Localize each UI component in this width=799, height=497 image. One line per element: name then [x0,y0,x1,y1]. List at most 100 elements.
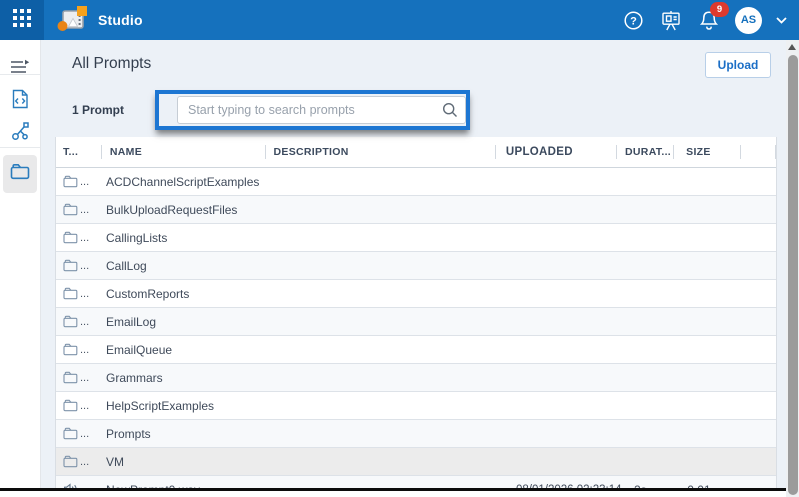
folder-icon [63,343,78,356]
row-actions-menu [738,336,776,363]
table-row[interactable]: ...VM [56,448,776,476]
row-description [266,392,506,419]
scroll-up-arrow-icon[interactable] [788,44,796,50]
studio-app-window: Studio ? [0,0,799,497]
table-row[interactable]: ... ACDChannelScriptExamples [56,168,776,196]
table-row[interactable]: ...CustomReports [56,280,776,308]
folder-icon [63,287,78,300]
search-input[interactable] [177,96,466,124]
table-row[interactable]: ...CallingLists [56,224,776,252]
row-size [679,308,738,335]
row-actions-menu [738,168,776,195]
folder-icon [63,259,78,272]
sidebar-item-code-files[interactable] [3,84,37,118]
vertical-scrollbar[interactable] [786,40,799,497]
folder-icon [63,203,78,216]
row-actions-menu [738,448,776,475]
row-description [266,224,506,251]
row-type-ellipsis: ... [80,176,89,188]
chevron-down-icon[interactable] [776,17,787,24]
folder-browser-icon [10,163,30,185]
column-header-type[interactable]: T... [56,137,102,167]
table-row[interactable]: ...Grammars [56,364,776,392]
row-size [679,336,738,363]
row-actions-menu [738,224,776,251]
search-icon[interactable] [442,102,458,123]
search-highlight-annotation [155,90,470,130]
presentation-board-icon[interactable] [659,8,683,32]
row-size [679,280,738,307]
upload-button[interactable]: Upload [705,52,771,78]
notifications-bell-icon[interactable]: 9 [697,8,721,32]
sidebar-item-tools[interactable] [3,117,37,151]
table-row[interactable]: ...CallLog [56,252,776,280]
row-actions-menu [738,252,776,279]
scissors-icon [11,122,30,146]
window-bottom-strip [0,491,799,497]
column-header-name[interactable]: NAME [102,137,266,167]
row-type-cell: ... [56,196,98,223]
row-size [679,448,738,475]
row-actions-menu [738,364,776,391]
row-name: Grammars [98,364,266,391]
top-bar: Studio ? [0,0,799,40]
row-description [266,336,506,363]
table-row[interactable]: ...Prompts [56,420,776,448]
column-header-uploaded[interactable]: UPLOADED [496,137,617,167]
row-uploaded [506,364,626,391]
row-type-cell: ... [56,280,98,307]
row-uploaded [506,252,626,279]
row-name: BulkUploadRequestFiles [98,196,266,223]
row-duration [626,448,679,475]
scrollbar-thumb[interactable] [788,55,798,495]
row-type-cell: ... [56,308,98,335]
app-title: Studio [98,12,143,28]
table-row[interactable]: ...EmailLog [56,308,776,336]
row-duration [626,308,679,335]
row-name: ACDChannelScriptExamples [98,168,266,195]
code-file-icon [12,89,29,114]
prompt-table: T... NAME DESCRIPTION UPLOADED DURAT... … [55,137,777,497]
row-type-ellipsis: ... [80,204,89,216]
column-header-actions [741,137,776,167]
table-row[interactable]: ...HelpScriptExamples [56,392,776,420]
column-header-duration[interactable]: DURAT... [617,137,674,167]
folder-icon [63,427,78,440]
column-header-description[interactable]: DESCRIPTION [266,137,496,167]
row-description [266,420,506,447]
notification-badge: 9 [710,2,729,17]
script-list-icon [10,59,30,80]
row-duration [626,252,679,279]
row-type-cell: ... [56,168,98,195]
table-row[interactable]: ... BulkUploadRequestFiles [56,196,776,224]
row-uploaded [506,280,626,307]
prompt-table-body: ... ACDChannelScriptExamples... BulkUpload… [56,168,776,497]
sidebar-item-browse-files[interactable] [3,155,37,193]
topbar-actions: ? 9 AS [621,7,799,34]
folder-icon [63,371,78,384]
row-description [266,196,506,223]
row-duration [626,280,679,307]
row-name: VM [98,448,266,475]
left-sidebar [0,40,41,489]
row-description [266,308,506,335]
row-size [679,392,738,419]
row-type-ellipsis: ... [80,316,89,328]
studio-logo [56,5,90,35]
row-size [679,252,738,279]
row-duration [626,420,679,447]
app-launcher-button[interactable] [0,0,44,40]
row-uploaded [506,420,626,447]
help-icon[interactable]: ? [621,8,645,32]
user-avatar[interactable]: AS [735,7,762,34]
row-duration [626,364,679,391]
column-header-size[interactable]: SIZE [674,137,741,167]
folder-icon [63,399,78,412]
row-size [679,224,738,251]
row-actions-menu [738,196,776,223]
sidebar-item-script-list[interactable] [3,52,37,86]
row-description [266,448,506,475]
table-row[interactable]: ...EmailQueue [56,336,776,364]
row-actions-menu [738,392,776,419]
row-duration [626,336,679,363]
